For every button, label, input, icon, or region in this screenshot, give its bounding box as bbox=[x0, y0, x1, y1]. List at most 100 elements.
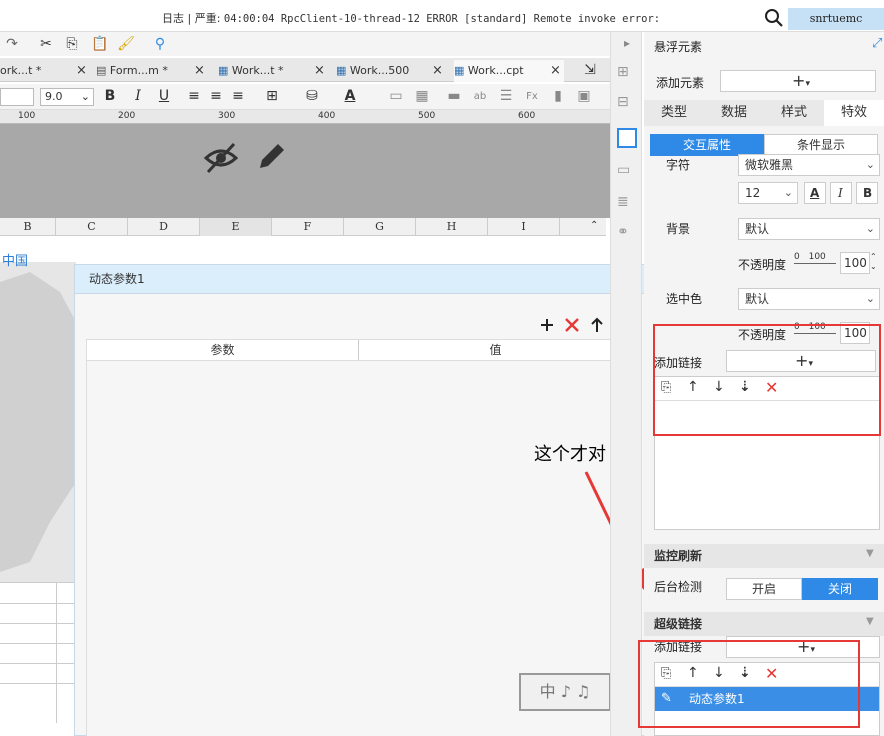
float-element-icon[interactable] bbox=[617, 128, 637, 148]
column-header[interactable]: C bbox=[56, 218, 128, 236]
background-value: 默认 bbox=[745, 222, 770, 236]
formula-icon[interactable]: Fx bbox=[522, 86, 542, 106]
widget-attr-icon[interactable]: ⊟ bbox=[617, 94, 637, 114]
underline-button[interactable]: U bbox=[154, 86, 174, 106]
bold-button[interactable]: B bbox=[856, 182, 878, 204]
delete-icon[interactable] bbox=[562, 315, 582, 335]
tab-4[interactable]: ▦ Work...500 × bbox=[336, 60, 446, 82]
font-size-select[interactable]: 12 ⌄ bbox=[738, 182, 798, 204]
tab-label: Work...500 bbox=[349, 64, 410, 77]
collapse-right-icon[interactable]: ▸ bbox=[617, 36, 637, 56]
add-icon[interactable] bbox=[537, 315, 557, 335]
close-icon[interactable]: × bbox=[76, 60, 87, 82]
align-left-icon[interactable]: ≡ bbox=[184, 86, 204, 106]
subtab-interactive[interactable]: 交互属性 bbox=[650, 134, 764, 156]
chart-icon[interactable]: ▮ bbox=[548, 86, 568, 106]
italic-button[interactable]: I bbox=[128, 86, 148, 106]
tab-5[interactable]: ▦ Work...cpt × bbox=[454, 60, 564, 82]
collapse-icon[interactable]: ▼ bbox=[866, 616, 874, 627]
column-header[interactable]: E bbox=[200, 218, 272, 236]
redo-icon[interactable]: ↷ bbox=[2, 34, 22, 54]
format-painter-icon[interactable]: 🖌 bbox=[116, 34, 136, 54]
worksheet-icon: ▦ bbox=[218, 64, 229, 77]
mini-table bbox=[0, 582, 76, 723]
dynamic-param-dialog: 动态参数1 参数 值 中 ♪ ♫ bbox=[74, 264, 645, 736]
hyperlink-icon[interactable]: ⚭ bbox=[617, 224, 637, 244]
search-icon[interactable] bbox=[764, 8, 784, 28]
log-message: 04:00:04 RpcClient-10-thread-12 ERROR [s… bbox=[223, 13, 661, 25]
align-right-icon[interactable]: ≡ bbox=[228, 86, 248, 106]
list-icon[interactable]: ☰ bbox=[496, 86, 516, 106]
worksheet-icon: ▦ bbox=[336, 64, 347, 77]
map-region-link[interactable]: 中国 bbox=[2, 250, 28, 269]
text-icon[interactable]: ab bbox=[470, 86, 490, 106]
spinner-icon[interactable]: ⌃ ⌄ bbox=[870, 252, 877, 272]
condition-icon[interactable]: ▭ bbox=[617, 162, 637, 182]
close-icon[interactable]: × bbox=[550, 60, 561, 82]
background-select[interactable]: 默认 ⌄ bbox=[738, 218, 880, 240]
column-header[interactable]: G bbox=[344, 218, 416, 236]
tab-menu-icon[interactable]: ⇲ bbox=[580, 60, 600, 80]
font-select[interactable]: 微软雅黑 ⌄ bbox=[738, 154, 880, 176]
toggle-on[interactable]: 开启 bbox=[726, 578, 802, 600]
scroll-up-icon[interactable]: ⌃ bbox=[590, 220, 598, 231]
monitor-section-header[interactable]: 监控刷新 bbox=[644, 544, 884, 568]
hyperlink-section-header[interactable]: 超级链接 bbox=[644, 612, 884, 636]
column-header[interactable]: I bbox=[488, 218, 560, 236]
edit-icon[interactable] bbox=[256, 140, 286, 172]
expand-icon[interactable]: ⤢ bbox=[872, 36, 882, 51]
column-header[interactable]: H bbox=[416, 218, 488, 236]
toggle-off[interactable]: 关闭 bbox=[802, 578, 878, 600]
tab-1[interactable]: ork...t * × bbox=[0, 60, 87, 82]
column-header[interactable]: F bbox=[272, 218, 344, 236]
dialog-title: 动态参数1 bbox=[75, 265, 645, 294]
border-icon[interactable]: ⊞ bbox=[262, 86, 282, 106]
font-size-value: 12 bbox=[745, 186, 761, 200]
merge-icon[interactable]: ▭ bbox=[386, 86, 406, 106]
format-toolbar: 9.0 ⌄ B I U ≡ ≡ ≡ ⊞ ⛁ A ▭ ▦ ▬ ab ☰ Fx ▮ … bbox=[0, 84, 610, 110]
link-icon[interactable]: ▬ bbox=[444, 86, 464, 106]
plugin-icon[interactable]: ⚲ bbox=[150, 34, 170, 54]
column-header[interactable]: D bbox=[128, 218, 200, 236]
layers-icon[interactable]: ≣ bbox=[617, 194, 637, 214]
collapse-icon[interactable]: ▼ bbox=[866, 548, 874, 559]
paste-icon[interactable]: 📋 bbox=[90, 34, 110, 54]
chevron-down-icon: ⌄ bbox=[865, 222, 875, 235]
tab-type[interactable]: 类型 bbox=[644, 100, 704, 126]
align-center-icon[interactable]: ≡ bbox=[206, 86, 226, 106]
grid-icon[interactable]: ▦ bbox=[412, 86, 432, 106]
arrow-up-icon[interactable] bbox=[587, 315, 607, 335]
add-element-dropdown[interactable]: +▾ bbox=[720, 70, 876, 92]
image-icon[interactable]: ▣ bbox=[574, 86, 594, 106]
text-color-button[interactable]: A bbox=[340, 86, 360, 106]
log-label[interactable]: 日志 bbox=[162, 12, 184, 25]
close-icon[interactable]: × bbox=[314, 60, 325, 82]
tab-style[interactable]: 样式 bbox=[764, 100, 824, 126]
ruler-tick: 500 bbox=[418, 111, 436, 121]
text-color-button[interactable]: A bbox=[804, 182, 826, 204]
user-badge[interactable]: snrtuemc bbox=[788, 8, 884, 30]
ruler: 100 200 300 400 500 600 bbox=[0, 110, 610, 124]
tab-effect[interactable]: 特效 bbox=[824, 100, 884, 126]
tab-3[interactable]: ▦ Work...t * × bbox=[218, 60, 328, 82]
copy-icon[interactable]: ⎘ bbox=[62, 34, 82, 54]
hide-icon[interactable] bbox=[204, 142, 238, 174]
font-size-select[interactable]: 9.0 ⌄ bbox=[40, 88, 94, 106]
opacity-slider[interactable]: 0 100 bbox=[794, 252, 836, 264]
close-icon[interactable]: × bbox=[194, 60, 205, 82]
selected-color-select[interactable]: 默认 ⌄ bbox=[738, 288, 880, 310]
tab-2[interactable]: ▤ Form...m * × bbox=[96, 60, 208, 82]
bold-button[interactable]: B bbox=[100, 86, 120, 106]
subtab-condition[interactable]: 条件显示 bbox=[764, 134, 878, 156]
cut-icon[interactable]: ✂ bbox=[36, 34, 56, 54]
italic-button[interactable]: I bbox=[830, 182, 852, 204]
opacity-input[interactable]: 100 bbox=[840, 252, 870, 274]
column-header[interactable]: B bbox=[0, 218, 56, 236]
font-family-select[interactable] bbox=[0, 88, 34, 106]
fill-color-icon[interactable]: ⛁ bbox=[302, 86, 322, 106]
close-icon[interactable]: × bbox=[432, 60, 443, 82]
chevron-down-icon: ⌄ bbox=[783, 186, 793, 199]
cell-attr-icon[interactable]: ⊞ bbox=[617, 64, 637, 84]
tab-data[interactable]: 数据 bbox=[704, 100, 764, 126]
highlight-box bbox=[638, 640, 860, 728]
